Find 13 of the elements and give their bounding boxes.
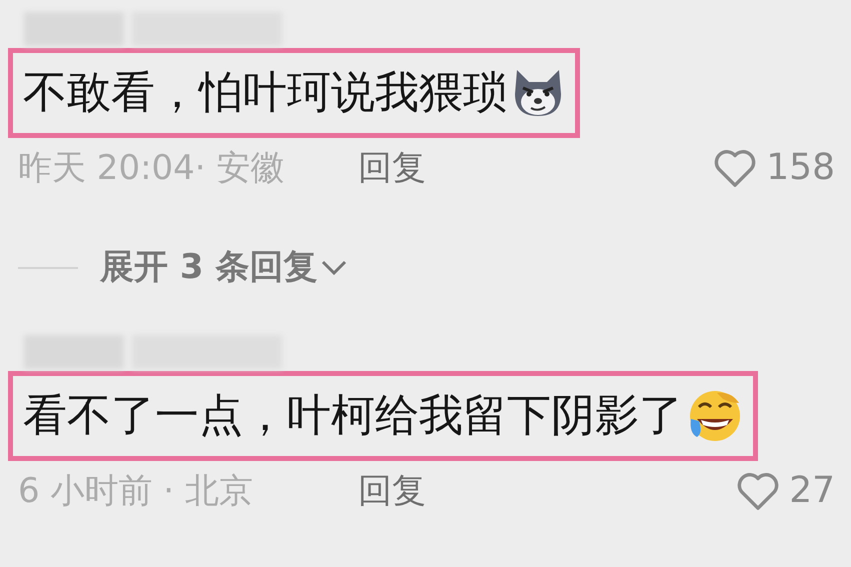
heart-icon[interactable] [712, 147, 758, 189]
reply-button[interactable]: 回复 [358, 466, 426, 516]
reply-button[interactable]: 回复 [358, 142, 426, 194]
comment-text: 看不了一点，叶柯给我留下阴影了 [23, 389, 683, 443]
comment-time-location: 6 小时前 · 北京 [18, 470, 254, 512]
heart-icon[interactable] [735, 470, 782, 512]
comment-time-location: 昨天 20:04· 安徽 [18, 146, 286, 190]
like-count: 27 [789, 469, 835, 513]
laughing-crying-face-icon [687, 389, 743, 443]
chevron-down-icon [321, 260, 348, 276]
like-count: 158 [766, 146, 835, 190]
expand-replies-button[interactable]: 展开 3 条回复 [100, 242, 348, 293]
comment-text: 不敢看，怕叶珂说我猥琐 [23, 66, 507, 120]
